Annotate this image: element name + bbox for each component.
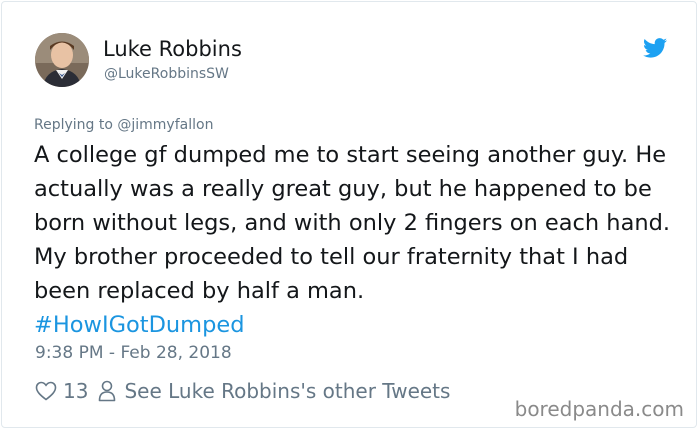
tweet-body: A college gf dumped me to start seeing a…	[34, 138, 674, 342]
heart-icon[interactable]	[35, 381, 57, 401]
tweet-timestamp[interactable]: 9:38 PM - Feb 28, 2018	[35, 343, 232, 363]
twitter-bird-icon[interactable]	[643, 38, 667, 58]
watermark: boredpanda.com	[514, 397, 684, 421]
avatar-photo	[35, 33, 89, 87]
user-display-name[interactable]: Luke Robbins	[103, 37, 242, 61]
tweet-card: Luke Robbins @LukeRobbinsSW Replying to …	[1, 1, 697, 428]
like-count: 13	[63, 379, 89, 403]
avatar[interactable]	[35, 33, 89, 87]
tweet-text: A college gf dumped me to start seeing a…	[34, 142, 671, 304]
replying-to-label[interactable]: Replying to @jimmyfallon	[34, 117, 213, 133]
other-tweets-link[interactable]: See Luke Robbins's other Tweets	[124, 379, 450, 403]
user-handle[interactable]: @LukeRobbinsSW	[104, 66, 229, 82]
person-icon[interactable]	[98, 380, 116, 402]
hashtag-link[interactable]: #HowIGotDumped	[34, 308, 674, 342]
tweet-actions: 13 See Luke Robbins's other Tweets	[35, 378, 450, 404]
